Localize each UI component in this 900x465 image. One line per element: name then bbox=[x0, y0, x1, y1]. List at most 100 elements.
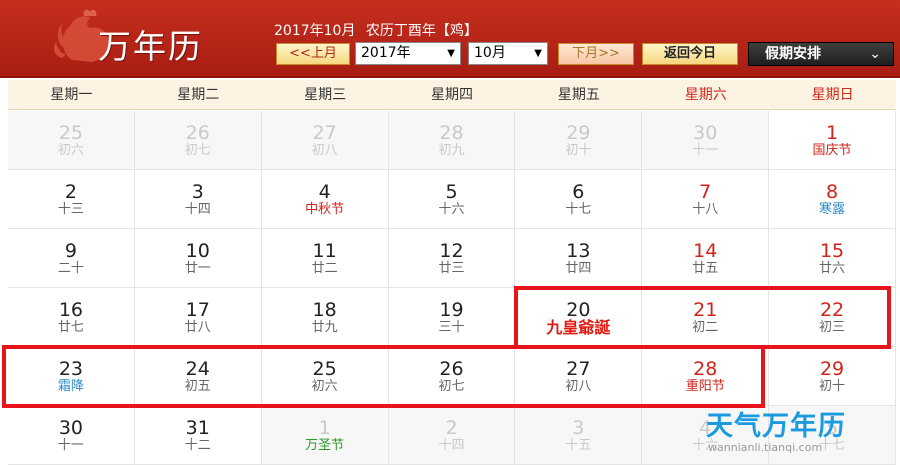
calendar-day-cell[interactable]: 2 十四 bbox=[388, 406, 516, 465]
day-number: 8 bbox=[826, 181, 839, 203]
day-number: 5 bbox=[826, 417, 839, 439]
calendar-day-cell[interactable]: 30 十一 bbox=[8, 406, 135, 465]
calendar-day-cell[interactable]: 4 中秋节 bbox=[261, 170, 389, 229]
lunar-date: 十六 bbox=[438, 202, 465, 217]
calendar-day-cell[interactable]: 8 寒露 bbox=[769, 170, 896, 229]
day-number: 15 bbox=[819, 240, 845, 262]
calendar-day-cell[interactable]: 12 廿三 bbox=[388, 229, 516, 288]
lunar-date: 十一 bbox=[57, 438, 84, 453]
calendar-day-cell[interactable]: 24 初五 bbox=[134, 347, 262, 406]
day-number: 4 bbox=[699, 417, 712, 439]
lunar-date: 十四 bbox=[184, 202, 211, 217]
calendar-day-cell[interactable]: 26 初七 bbox=[134, 111, 262, 170]
calendar-day-cell[interactable]: 20 九皇爺誕 bbox=[515, 288, 643, 347]
calendar-day-cell[interactable]: 21 初二 bbox=[642, 288, 770, 347]
lunar-year-text: 农历丁酉年【鸡】 bbox=[365, 23, 478, 39]
calendar-day-cell[interactable]: 22 初三 bbox=[769, 288, 896, 347]
holiday-schedule-dropdown[interactable]: 假期安排 ⌄ bbox=[748, 42, 894, 66]
lunar-date: 初七 bbox=[438, 379, 465, 394]
calendar-day-cell[interactable]: 10 廿一 bbox=[134, 229, 262, 288]
day-number: 3 bbox=[572, 417, 585, 439]
calendar-day-cell[interactable]: 17 廿八 bbox=[134, 288, 262, 347]
day-number: 3 bbox=[191, 181, 204, 203]
lunar-date: 初二 bbox=[692, 320, 719, 335]
calendar-day-cell[interactable]: 29 初十 bbox=[769, 347, 896, 406]
calendar-day-cell[interactable]: 15 廿六 bbox=[769, 229, 896, 288]
calendar-day-cell[interactable]: 14 廿五 bbox=[642, 229, 770, 288]
lunar-date: 十三 bbox=[57, 202, 84, 217]
lunar-date: 二十 bbox=[57, 261, 84, 276]
day-number: 25 bbox=[312, 358, 337, 380]
lunar-date: 廿二 bbox=[311, 261, 338, 276]
calendar-day-cell[interactable]: 28 初九 bbox=[388, 111, 516, 170]
calendar-day-cell[interactable]: 26 初七 bbox=[388, 347, 516, 406]
calendar-day-cell[interactable]: 27 初八 bbox=[515, 347, 643, 406]
calendar-day-cell[interactable]: 28 重阳节 bbox=[642, 347, 770, 406]
year-select-value: 2017年 bbox=[361, 45, 411, 61]
lunar-date: 寒露 bbox=[819, 202, 846, 217]
next-month-button[interactable]: 下月>> bbox=[558, 43, 634, 65]
today-button[interactable]: 返回今日 bbox=[642, 43, 738, 65]
lunar-date: 万圣节 bbox=[305, 438, 345, 453]
calendar-day-cell[interactable]: 25 初六 bbox=[261, 347, 389, 406]
calendar-day-cell[interactable]: 23 霜降 bbox=[8, 347, 135, 406]
day-number: 19 bbox=[439, 299, 464, 321]
calendar-grid: 25 初六 26 初七 27 初八 28 初九 29 初十 30 十一 1 国庆节 2 十三 3 十四 4 中秋节 5 十… bbox=[2, 111, 896, 465]
calendar-day-cell[interactable]: 3 十五 bbox=[515, 406, 643, 465]
calendar-day-cell[interactable]: 6 十七 bbox=[515, 170, 643, 229]
lunar-date: 廿五 bbox=[692, 261, 719, 276]
day-number: 26 bbox=[185, 122, 210, 144]
day-number: 11 bbox=[312, 240, 337, 262]
lunar-date: 十八 bbox=[692, 202, 719, 217]
day-number: 22 bbox=[819, 299, 845, 321]
lunar-date: 初八 bbox=[311, 143, 338, 158]
prev-month-button[interactable]: <<上月 bbox=[276, 43, 350, 65]
lunar-date: 十四 bbox=[438, 438, 465, 453]
calendar-day-cell[interactable]: 31 十二 bbox=[134, 406, 262, 465]
day-number: 2 bbox=[445, 417, 458, 439]
day-number: 4 bbox=[318, 181, 331, 203]
month-select[interactable]: 10月 ▼ bbox=[468, 42, 548, 65]
chevron-down-icon: ⌄ bbox=[869, 46, 881, 62]
day-number: 6 bbox=[572, 181, 585, 203]
calendar-day-cell[interactable]: 29 初十 bbox=[515, 111, 643, 170]
calendar-day-cell[interactable]: 1 国庆节 bbox=[769, 111, 896, 170]
day-number: 30 bbox=[58, 417, 84, 439]
day-number: 20 bbox=[566, 299, 591, 321]
calendar-day-cell[interactable]: 19 三十 bbox=[388, 288, 516, 347]
day-number: 27 bbox=[312, 122, 337, 144]
calendar-day-cell[interactable]: 30 十一 bbox=[642, 111, 770, 170]
calendar-day-cell[interactable]: 5 十六 bbox=[388, 170, 516, 229]
day-number: 16 bbox=[58, 299, 84, 321]
calendar-day-cell[interactable]: 5 十七 bbox=[769, 406, 896, 465]
lunar-date: 廿四 bbox=[565, 261, 592, 276]
weekday-label: 星期一 bbox=[50, 87, 93, 103]
lunar-date: 十七 bbox=[819, 438, 846, 453]
calendar-day-cell[interactable]: 18 廿九 bbox=[261, 288, 389, 347]
calendar-day-cell[interactable]: 3 十四 bbox=[134, 170, 262, 229]
lunar-date: 十一 bbox=[692, 143, 719, 158]
day-number: 30 bbox=[693, 122, 718, 144]
day-number: 29 bbox=[566, 122, 591, 144]
calendar-day-cell[interactable]: 25 初六 bbox=[8, 111, 135, 170]
calendar-day-cell[interactable]: 27 初八 bbox=[261, 111, 389, 170]
calendar-day-cell[interactable]: 2 十三 bbox=[8, 170, 135, 229]
calendar-day-cell[interactable]: 11 廿二 bbox=[261, 229, 389, 288]
calendar-day-cell[interactable]: 16 廿七 bbox=[8, 288, 135, 347]
weekday-label: 星期五 bbox=[557, 87, 600, 103]
lunar-date: 初七 bbox=[184, 143, 211, 158]
lunar-date: 十二 bbox=[184, 438, 211, 453]
weekday-header: 星期一 星期二 星期三 星期四 星期五 星期六 星期日 bbox=[8, 80, 896, 110]
date-info: 2017年10月 农历丁酉年【鸡】 bbox=[274, 20, 484, 40]
day-number: 27 bbox=[566, 358, 591, 380]
year-select[interactable]: 2017年 ▼ bbox=[355, 42, 461, 65]
calendar-day-cell[interactable]: 7 十八 bbox=[642, 170, 770, 229]
calendar-header: 万年历 2017年10月 农历丁酉年【鸡】 <<上月 2017年 ▼ 10月 ▼… bbox=[0, 0, 900, 78]
calendar-day-cell[interactable]: 4 十六 bbox=[642, 406, 770, 465]
calendar-day-cell[interactable]: 1 万圣节 bbox=[261, 406, 389, 465]
calendar-day-cell[interactable]: 13 廿四 bbox=[515, 229, 643, 288]
calendar-day-cell[interactable]: 9 二十 bbox=[8, 229, 135, 288]
lunar-date: 初八 bbox=[565, 379, 592, 394]
weekday-label: 星期六 bbox=[684, 87, 727, 103]
lunar-date: 霜降 bbox=[57, 379, 84, 394]
